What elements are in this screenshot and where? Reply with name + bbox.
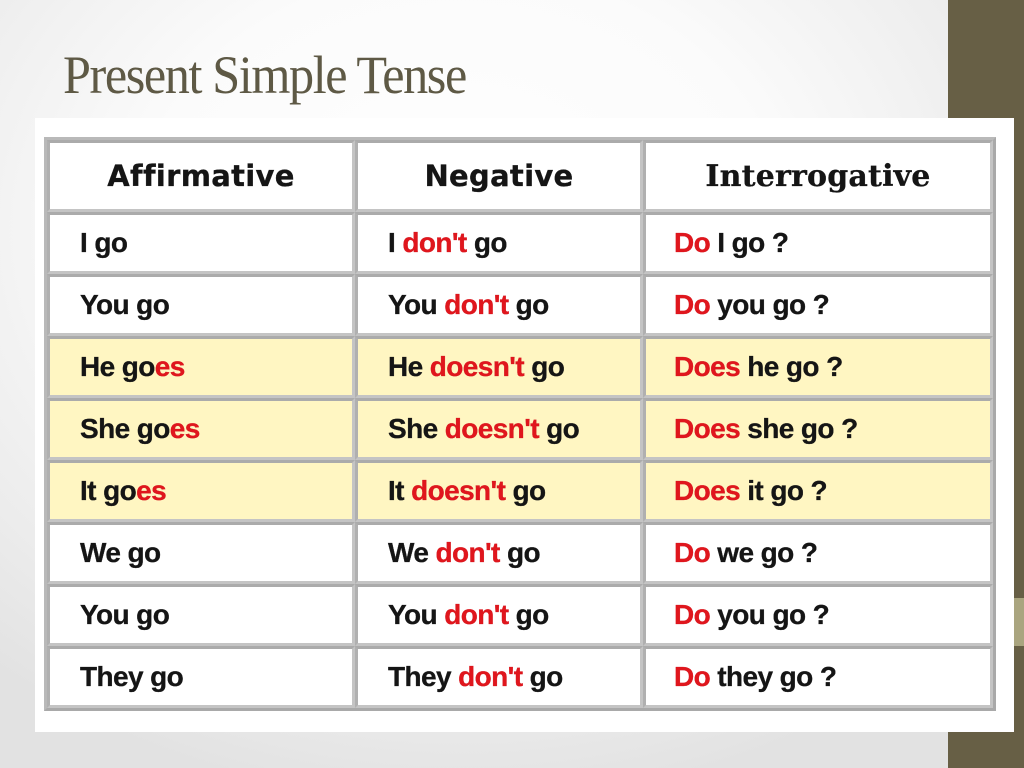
cell-text: go	[524, 351, 565, 382]
cell-text: I	[388, 227, 403, 258]
highlighted-word: don't	[458, 661, 523, 692]
cell-text: They	[388, 661, 459, 692]
cell-text: it go ?	[740, 475, 828, 506]
cell-affirmative: You go	[47, 274, 355, 336]
table-row: She goes She doesn't go Does she go ?	[47, 398, 993, 460]
cell-text: go	[508, 289, 550, 320]
cell-negative: She doesn't go	[355, 398, 643, 460]
cell-text: you go ?	[710, 289, 830, 320]
highlighted-word: Do	[674, 661, 711, 692]
cell-text: You	[388, 289, 445, 320]
cell-interrogative: Do you go ?	[643, 584, 993, 646]
cell-text: You go	[80, 599, 170, 630]
highlighted-word: Do	[674, 537, 711, 568]
cell-interrogative: Does he go ?	[643, 336, 993, 398]
header-negative: Negative	[355, 140, 643, 212]
highlighted-word: Do	[674, 289, 711, 320]
cell-text: she go ?	[740, 413, 858, 444]
highlighted-word: Does	[674, 413, 741, 444]
cell-text: go	[538, 413, 580, 444]
cell-text: It go	[80, 475, 137, 506]
slide-title: Present Simple Tense	[63, 45, 467, 105]
highlighted-word: es	[169, 413, 201, 444]
cell-negative: We don't go	[355, 522, 643, 584]
cell-text: go	[508, 599, 550, 630]
cell-negative: He doesn't go	[355, 336, 643, 398]
cell-affirmative: She goes	[47, 398, 355, 460]
highlighted-word: Do	[674, 599, 711, 630]
cell-text: You	[388, 599, 445, 630]
cell-negative: You don't go	[355, 584, 643, 646]
cell-negative: I don't go	[355, 212, 643, 274]
cell-text: He	[388, 351, 430, 382]
table-row: He goes He doesn't go Does he go ?	[47, 336, 993, 398]
cell-interrogative: Do we go ?	[643, 522, 993, 584]
table-row: We go We don't go Do we go ?	[47, 522, 993, 584]
highlighted-word: doesn't	[411, 475, 506, 506]
table-row: You go You don't go Do you go ?	[47, 274, 993, 336]
cell-text: She	[388, 413, 445, 444]
cell-negative: You don't go	[355, 274, 643, 336]
cell-interrogative: Do you go ?	[643, 274, 993, 336]
table-header-row: Affirmative Negative Interrogative	[47, 140, 993, 212]
cell-text: It	[388, 475, 412, 506]
cell-text: we go ?	[710, 537, 818, 568]
cell-affirmative: I go	[47, 212, 355, 274]
table-row: I go I don't go Do I go ?	[47, 212, 993, 274]
cell-text: go	[499, 537, 541, 568]
highlighted-word: don't	[435, 537, 500, 568]
cell-text: you go ?	[710, 599, 830, 630]
highlighted-word: don't	[444, 289, 509, 320]
cell-text: they go ?	[710, 661, 837, 692]
table-row: They go They don't go Do they go ?	[47, 646, 993, 708]
cell-affirmative: He goes	[47, 336, 355, 398]
cell-text: She go	[80, 413, 171, 444]
highlighted-word: doesn't	[429, 351, 525, 382]
table-row: You go You don't go Do you go ?	[47, 584, 993, 646]
table-row: It goes It doesn't go Does it go ?	[47, 460, 993, 522]
cell-text: go	[522, 661, 563, 692]
highlighted-word: es	[154, 351, 186, 382]
cell-affirmative: It goes	[47, 460, 355, 522]
highlighted-word: Do	[674, 227, 711, 258]
cell-negative: They don't go	[355, 646, 643, 708]
highlighted-word: doesn't	[444, 413, 540, 444]
highlighted-word: Does	[674, 475, 741, 506]
cell-text: I go	[80, 227, 128, 258]
cell-affirmative: They go	[47, 646, 355, 708]
table-body: I go I don't go Do I go ? You go You don't g…	[47, 212, 993, 708]
header-affirmative: Affirmative	[47, 140, 355, 212]
cell-negative: It doesn't go	[355, 460, 643, 522]
highlighted-word: es	[136, 475, 167, 506]
cell-text: We go	[80, 537, 161, 568]
cell-text: They go	[80, 661, 184, 692]
cell-interrogative: Does it go ?	[643, 460, 993, 522]
header-interrogative: Interrogative	[643, 140, 993, 212]
cell-text: I go ?	[710, 227, 789, 258]
cell-affirmative: We go	[47, 522, 355, 584]
cell-text: You go	[80, 289, 170, 320]
cell-text: We	[388, 537, 436, 568]
cell-text: He go	[80, 351, 156, 382]
highlighted-word: don't	[444, 599, 509, 630]
cell-interrogative: Does she go ?	[643, 398, 993, 460]
cell-interrogative: Do they go ?	[643, 646, 993, 708]
cell-interrogative: Do I go ?	[643, 212, 993, 274]
cell-text: go	[505, 475, 546, 506]
present-simple-table: Affirmative Negative Interrogative I go I…	[44, 137, 996, 711]
highlighted-word: don't	[402, 227, 467, 258]
cell-text: he go ?	[740, 351, 843, 382]
cell-affirmative: You go	[47, 584, 355, 646]
cell-text: go	[466, 227, 508, 258]
highlighted-word: Does	[674, 351, 741, 382]
